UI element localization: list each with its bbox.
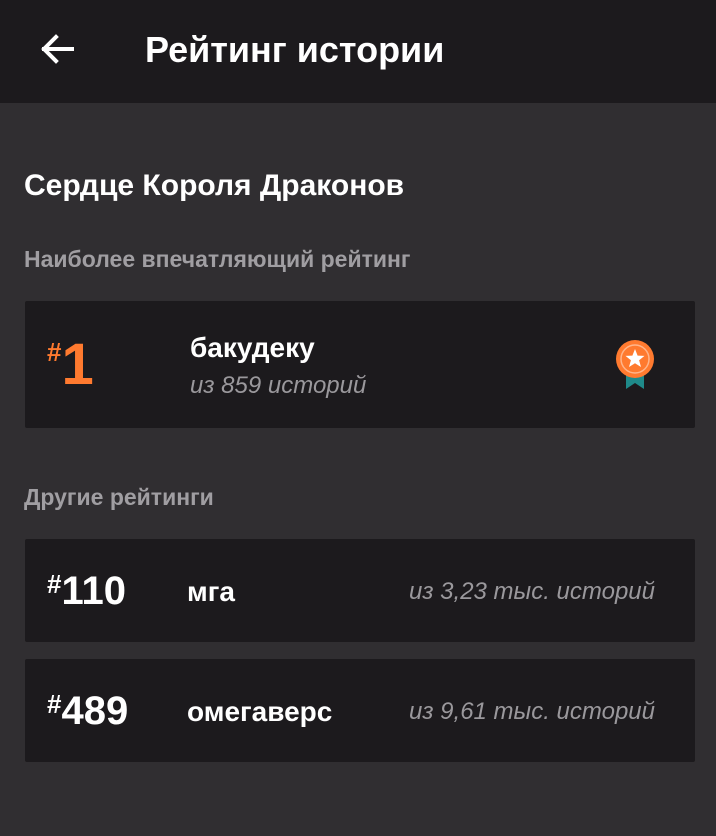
other-rankings-section-label: Другие рейтинги — [24, 484, 214, 510]
arrow-left-icon — [41, 34, 74, 64]
rank-number: 489 — [61, 689, 129, 733]
top-ranking-card[interactable]: #1 бакудеку из 859 историй — [25, 301, 695, 428]
rank-number: 1 — [61, 332, 94, 397]
top-ranking-section-label: Наиболее впечатляющий рейтинг — [24, 246, 411, 272]
ribbon-star-icon — [616, 340, 654, 389]
tag-name: омегаверс — [187, 696, 333, 727]
tag-name: бакудеку — [190, 332, 315, 363]
rank-hash: # — [47, 689, 62, 719]
back-button[interactable] — [32, 24, 82, 74]
rank-hash: # — [47, 569, 62, 599]
app-bar: Рейтинг истории — [0, 0, 716, 103]
rank: #489 — [47, 687, 128, 735]
tag-story-count: из 3,23 тыс. историй — [409, 578, 655, 605]
rank-number: 110 — [61, 569, 126, 613]
ranking-row[interactable]: #110 мга из 3,23 тыс. историй — [25, 539, 695, 642]
top-rank: #1 — [47, 333, 94, 397]
tag-story-count: из 9,61 тыс. историй — [409, 698, 655, 725]
rank: #110 — [47, 567, 126, 615]
ranking-row[interactable]: #489 омегаверс из 9,61 тыс. историй — [25, 659, 695, 762]
tag-story-count: из 859 историй — [190, 372, 367, 399]
tag-name: мга — [187, 576, 235, 607]
page-title: Рейтинг истории — [145, 29, 445, 70]
rank-hash: # — [47, 337, 62, 367]
story-title: Сердце Короля Драконов — [24, 169, 405, 202]
